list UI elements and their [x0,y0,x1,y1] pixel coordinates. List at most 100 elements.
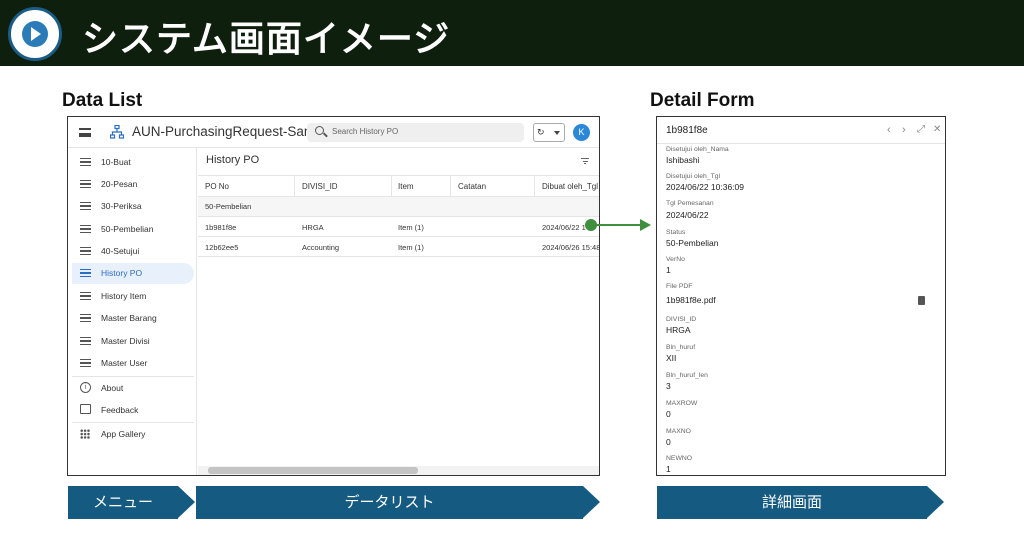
sidebar-item-40-setujui[interactable]: 40-Setujui [72,241,194,262]
chevron-left-icon[interactable]: ‹ [887,123,891,137]
list-icon [80,225,91,233]
field-value: 50-Pembelian [666,238,719,248]
column-header[interactable]: Catatan [458,182,486,191]
sidebar-item-master-barang[interactable]: Master Barang [72,308,194,329]
sidebar-item-app-gallery[interactable]: App Gallery [72,424,194,445]
scrollbar-thumb[interactable] [208,467,418,474]
list-icon [80,180,91,188]
group-header-row[interactable]: 50-Pembelian [198,197,599,217]
ribbon-data-list: データリスト [196,486,600,519]
list-icon [80,269,91,277]
sync-button[interactable]: ↻ [533,123,565,142]
apps-grid-icon [80,429,90,439]
sidebar-item-label: Master Divisi [101,336,150,346]
avatar[interactable]: K [573,124,590,141]
sidebar-item-label: About [101,383,124,393]
detail-title: 1b981f8e [666,125,708,136]
file-link[interactable]: 1b981f8e.pdf [666,295,716,305]
sidebar-item-label: History Item [101,291,147,301]
sidebar-item-history-po[interactable]: History PO [72,263,194,284]
chevron-right-icon[interactable]: › [902,123,906,137]
detail-form-heading: Detail Form [650,90,755,111]
field-value: XII [666,353,677,363]
app-window: AUN-PurchasingRequest-Sample Search Hist… [67,116,600,476]
table-cell: Item (1) [398,243,424,252]
field-label: Tgl Pemesanan [666,200,714,207]
table-cell: 1b981f8e [205,223,237,232]
field-value: 2024/06/22 10:36:09 [666,182,744,192]
connector-arrow-line [590,224,642,226]
connector-arrow-dot [585,219,597,231]
search-icon [315,126,324,135]
hierarchy-icon [110,125,124,139]
table-cell: 2024/06/22 1 [542,223,586,232]
field-label: NEWNO [666,455,693,462]
sidebar-divider [72,422,194,423]
field-label: Bln_huruf_len [666,372,708,379]
field-value: 1 [666,464,671,474]
table-row[interactable]: 1b981f8e HRGA Item (1) 2024/06/22 1 [198,217,599,237]
hamburger-menu-icon[interactable] [79,128,91,137]
arrow-right-icon [640,219,651,231]
field-label: Disetujui oleh_Tgl [666,173,721,180]
sidebar-item-master-user[interactable]: Master User [72,353,194,374]
ribbon-detail: 詳細画面 [657,486,944,519]
filter-icon[interactable] [581,158,589,164]
column-header[interactable]: DIVISI_ID [302,182,338,191]
field-label: Disetujui oleh_Nama [666,146,729,153]
close-icon[interactable]: ✕ [933,123,941,137]
column-header[interactable]: Item [398,182,414,191]
table-cell: Item (1) [398,223,424,232]
sidebar-item-history-item[interactable]: History Item [72,286,194,307]
field-label: File PDF [666,283,693,290]
list-icon [80,247,91,255]
list-icon [80,292,91,300]
table-cell: Accounting [302,243,340,252]
detail-form: 1b981f8e ‹ › ⤢ ✕ Disetujui oleh_Nama Ish… [656,116,946,476]
column-divider [534,175,535,197]
sidebar-item-label: Feedback [101,405,139,415]
sidebar-item-20-pesan[interactable]: 20-Pesan [72,174,194,195]
view-title: History PO [206,154,260,166]
sidebar-item-feedback[interactable]: Feedback [72,400,194,421]
data-list-heading: Data List [62,90,143,111]
sidebar-item-label: Master User [101,358,148,368]
sidebar-item-10-buat[interactable]: 10-Buat [72,152,194,173]
list-icon [80,158,91,166]
horizontal-scrollbar[interactable] [198,466,599,475]
field-value: 0 [666,437,671,447]
expand-icon[interactable]: ⤢ [917,123,925,137]
logo [8,7,62,61]
sidebar-item-label: 20-Pesan [101,179,138,189]
sidebar-item-master-divisi[interactable]: Master Divisi [72,331,194,352]
table-cell: HRGA [302,223,324,232]
list-icon [80,359,91,367]
column-header[interactable]: PO No [205,182,229,191]
ribbon-menu: メニュー [68,486,195,519]
field-label: Status [666,229,686,236]
sidebar-item-50-pembelian[interactable]: 50-Pembelian [72,219,194,240]
field-value: 3 [666,381,671,391]
search-input[interactable]: Search History PO [307,123,524,142]
sidebar-item-30-periksa[interactable]: 30-Periksa [72,196,194,217]
sidebar-item-label: 30-Periksa [101,201,142,211]
field-value: 1 [666,265,671,275]
column-header[interactable]: Dibuat oleh_Tgl [542,182,598,191]
field-label: DIVISI_ID [666,316,697,323]
group-label: 50-Pembelian [205,202,252,211]
field-label: MAXROW [666,400,698,407]
table-cell: 12b62ee5 [205,243,239,252]
list-icon [80,337,91,345]
sidebar-divider [72,376,194,377]
detail-header: 1b981f8e ‹ › ⤢ ✕ [657,117,945,144]
list-icon [80,314,91,322]
field-value: HRGA [666,325,691,335]
sidebar-item-label: 40-Setujui [101,246,140,256]
sidebar-item-about[interactable]: i About [72,378,194,399]
chevron-down-icon[interactable] [554,131,560,135]
table-row[interactable]: 12b62ee5 Accounting Item (1) 2024/06/26 … [198,237,599,257]
field-value: Ishibashi [666,155,700,165]
sidebar-item-label: Master Barang [101,313,157,323]
document-icon[interactable] [918,296,925,305]
page-title: システム画面イメージ [82,19,451,60]
